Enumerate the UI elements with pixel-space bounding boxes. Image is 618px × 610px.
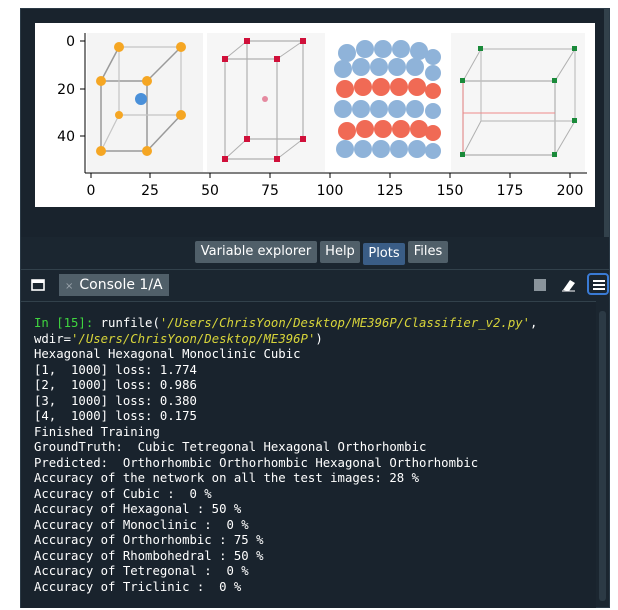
ipython-console[interactable]: In [15]: runfile('/Users/ChrisYoon/Deskt… [21,301,596,608]
output-line: Accuracy of the network on all the test … [34,471,419,485]
y-tick-label: 0 [66,34,75,50]
options-menu-icon[interactable] [587,273,609,295]
plot-image[interactable]: 0 20 40 0 25 50 75 100 125 150 175 200 [35,23,595,207]
file-path: '/Users/ChrisYoon/Desktop/ME396P/Classif… [159,316,531,330]
output-line: Hexagonal Hexagonal Monoclinic Cubic [34,347,301,361]
window-icon[interactable] [31,279,45,291]
output-line: Predicted: Orthorhombic Orthorhombic Hex… [34,455,479,470]
output-line: GroundTruth: Cubic Tetregonal Hexagonal … [34,440,427,454]
output-line: Accuracy of Tetregonal : 0 % [34,564,249,578]
plots-scrollbar[interactable] [604,9,609,237]
x-tick-label: 150 [437,183,464,199]
console-tab-label: Console 1/A [79,277,163,293]
y-tick-label: 20 [57,82,75,98]
tab-files[interactable]: Files [408,241,448,263]
x-tick-label: 200 [557,183,584,199]
plots-pane: 0 20 40 0 25 50 75 100 125 150 175 200 [21,9,609,237]
orthorhombic-crystal-image [451,33,585,172]
tetragonal-crystal-image [207,33,325,172]
eraser-icon[interactable] [561,278,577,292]
spyder-window: 0 20 40 0 25 50 75 100 125 150 175 200 V… [20,8,610,608]
wdir-path: '/Users/ChrisYoon/Desktop/ME396P' [71,331,316,346]
output-line: Finished Training [34,424,160,439]
pane-tab-bar: Variable explorer Help Plots Files [21,239,609,267]
output-line: [1, 1000] loss: 1.774 [34,362,197,377]
close-tab-icon[interactable]: × [65,281,73,292]
output-line: Accuracy of Triclinic : 0 % [34,579,242,594]
console-scrollbar[interactable] [596,301,609,607]
output-line: Accuracy of Hexagonal : 50 % [34,502,242,516]
x-tick-label: 75 [261,183,279,199]
y-tick-label: 40 [57,129,75,145]
output-line: [2, 1000] loss: 0.986 [34,378,197,392]
output-line: [4, 1000] loss: 0.175 [34,409,197,423]
tab-console-1a[interactable]: × Console 1/A [59,274,169,296]
x-tick-label: 125 [377,183,404,199]
output-line: Accuracy of Orthorhombic : 75 % [34,533,264,547]
tab-plots[interactable]: Plots [363,243,405,265]
output-line: Accuracy of Cubic : 0 % [34,486,212,501]
input-prompt: In [15]: [34,316,94,330]
console-output: In [15]: runfile('/Users/ChrisYoon/Deskt… [34,316,538,594]
cubic-crystal-image [87,33,203,172]
x-tick-label: 25 [141,183,159,199]
wdir-label: wdir= [34,331,72,346]
output-line: Accuracy of Monoclinic : 0 % [34,517,249,532]
x-tick-label: 175 [497,183,524,199]
crystal-images-figure: 0 20 40 0 25 50 75 100 125 150 175 200 [57,33,587,199]
x-tick-label: 0 [87,183,96,199]
console-toolbar: × Console 1/A [21,269,609,300]
command-text: runfile( [93,316,160,330]
output-line: Accuracy of Rhombohedral : 50 % [34,548,264,563]
x-tick-label: 50 [201,183,219,199]
hexagonal-crystal-image [329,33,447,172]
tab-variable-explorer[interactable]: Variable explorer [195,241,317,263]
scroll-thumb[interactable] [599,311,606,601]
output-line: [3, 1000] loss: 0.380 [34,393,197,408]
tab-help[interactable]: Help [320,241,360,263]
x-tick-label: 100 [317,183,344,199]
stop-icon[interactable] [533,278,547,292]
